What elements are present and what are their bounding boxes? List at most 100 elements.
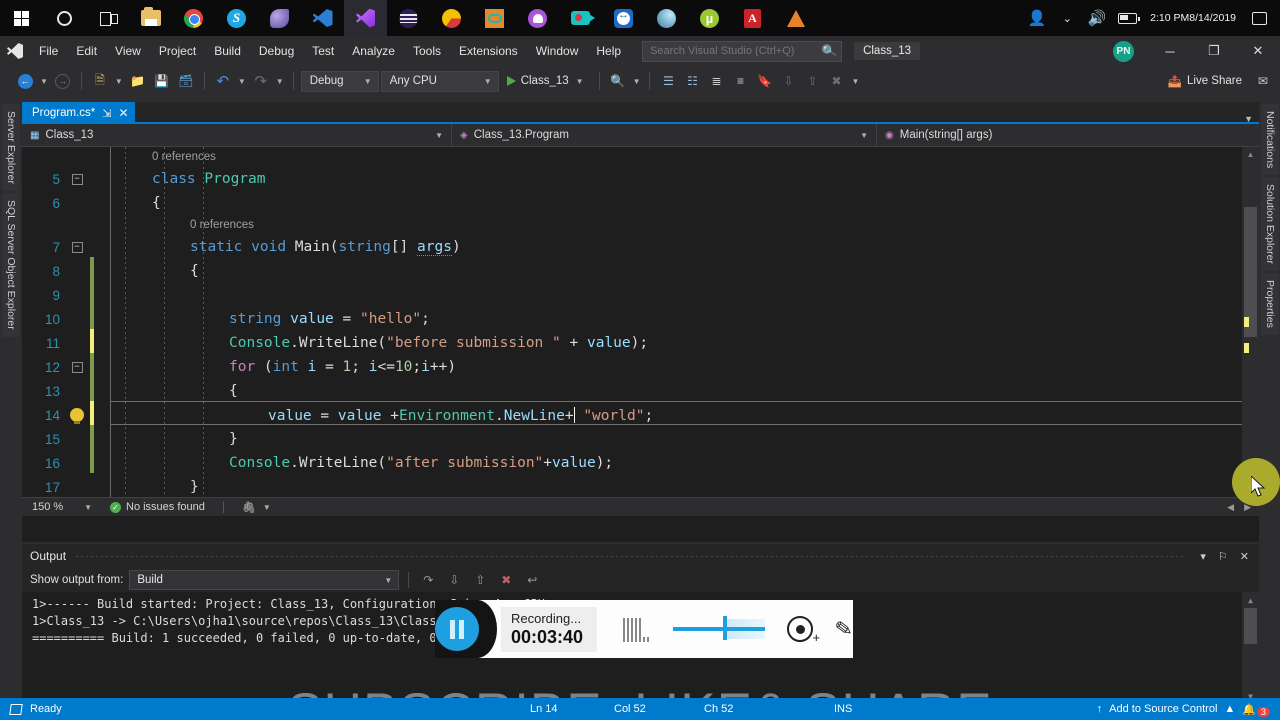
codelens-references[interactable]: 0 references xyxy=(22,215,1242,235)
configuration-combo[interactable]: Debug ▼ xyxy=(300,70,379,92)
scroll-up-icon[interactable]: ▲ xyxy=(1242,147,1259,162)
navigate-backward-button[interactable]: ← xyxy=(14,70,36,92)
platform-combo[interactable]: Any CPU ▼ xyxy=(380,70,499,92)
menu-window[interactable]: Window xyxy=(527,39,588,63)
menu-view[interactable]: View xyxy=(106,39,150,63)
dock-tab-notifications[interactable]: Notifications xyxy=(1261,104,1279,176)
battery-tray-button[interactable] xyxy=(1112,0,1142,36)
document-tab-program-cs[interactable]: Program.cs* ⇲ ✕ xyxy=(22,102,135,124)
comment-button[interactable]: ☰ xyxy=(657,70,679,92)
recorder-button[interactable] xyxy=(559,0,602,36)
visual-studio-button[interactable] xyxy=(344,0,387,36)
redo-caret-icon[interactable]: ▼ xyxy=(274,77,286,86)
quick-actions-bulb[interactable] xyxy=(64,408,90,424)
feedback-button[interactable]: ✉ xyxy=(1252,70,1274,92)
find-button[interactable]: 🔍 xyxy=(607,70,629,92)
open-file-button[interactable]: 📁 xyxy=(127,70,149,92)
pac-button[interactable] xyxy=(430,0,473,36)
output-close-button[interactable]: ✕ xyxy=(1234,550,1259,563)
code-line-8[interactable]: 8 { xyxy=(22,259,1242,283)
fold-toggle[interactable]: − xyxy=(64,361,90,373)
vlc-button[interactable] xyxy=(774,0,817,36)
fold-toggle[interactable]: − xyxy=(64,241,90,253)
close-icon[interactable]: ✕ xyxy=(119,106,129,120)
dock-tab-solution-explorer[interactable]: Solution Explorer xyxy=(1261,177,1279,272)
new-project-button[interactable]: 🗎 xyxy=(89,70,111,92)
prev-bookmark-button[interactable]: ⇧ xyxy=(801,70,823,92)
undo-button[interactable]: ↶ xyxy=(212,70,234,92)
menu-analyze[interactable]: Analyze xyxy=(343,39,404,63)
arduino-button[interactable] xyxy=(473,0,516,36)
save-all-button[interactable]: 🗃 xyxy=(175,70,197,92)
code-line-7[interactable]: 7 − static void Main(string[] args) xyxy=(22,235,1242,259)
code-line-15[interactable]: 15 } xyxy=(22,427,1242,451)
skype-button[interactable]: S xyxy=(215,0,258,36)
restore-button[interactable]: ❐ xyxy=(1192,36,1236,66)
navbar-member-dropdown[interactable]: ◉ Main(string[] args) xyxy=(877,124,1259,147)
clock[interactable]: 2:10 PM 8/14/2019 xyxy=(1142,12,1244,25)
bell-icon[interactable]: 🔔 xyxy=(1242,703,1256,716)
menu-help[interactable]: Help xyxy=(587,39,630,63)
toggle-word-wrap-button[interactable]: ↩ xyxy=(522,570,542,590)
close-button[interactable]: ✕ xyxy=(1236,36,1280,66)
menu-edit[interactable]: Edit xyxy=(67,39,106,63)
cortana-search-button[interactable] xyxy=(43,0,86,36)
zoom-combo[interactable]: 150 % ▼ xyxy=(22,501,100,513)
save-button[interactable]: 💾 xyxy=(151,70,173,92)
menu-test[interactable]: Test xyxy=(303,39,343,63)
code-line-13[interactable]: 13 { xyxy=(22,379,1242,403)
code-cleanup-button[interactable]: 🖇 ▼ xyxy=(232,501,283,514)
dock-tab-sql-server-object-explorer[interactable]: SQL Server Object Explorer xyxy=(2,192,20,337)
quick-launch-search[interactable]: 🔍 xyxy=(642,40,843,62)
fold-toggle[interactable]: − xyxy=(64,173,90,185)
dock-tab-properties[interactable]: Properties xyxy=(1261,273,1279,336)
adobe-reader-button[interactable]: A xyxy=(731,0,774,36)
moon-button[interactable] xyxy=(645,0,688,36)
code-line-11[interactable]: 11 Console.WriteLine("before submission … xyxy=(22,331,1242,355)
code-line-17[interactable]: 17 } xyxy=(22,475,1242,497)
prev-message-button[interactable]: ⇧ xyxy=(470,570,490,590)
output-source-combo[interactable]: Build ▼ xyxy=(129,570,400,590)
minimize-button[interactable]: ─ xyxy=(1148,36,1192,66)
navigate-forward-button[interactable]: → xyxy=(52,70,74,92)
start-button[interactable] xyxy=(0,0,43,36)
output-pin-button[interactable]: ⚐ xyxy=(1212,550,1234,563)
vscode-button[interactable] xyxy=(301,0,344,36)
utorrent-button[interactable]: µ xyxy=(688,0,731,36)
people-tray-button[interactable]: 👤 xyxy=(1022,0,1052,36)
avatar[interactable]: PN xyxy=(1113,40,1134,62)
code-line-16[interactable]: 16 Console.WriteLine("after submission"+… xyxy=(22,451,1242,475)
github-button[interactable] xyxy=(516,0,559,36)
start-debug-button[interactable]: Class_13 ▼ xyxy=(501,70,592,92)
action-center-button[interactable] xyxy=(1244,0,1274,36)
codelens-references[interactable]: 0 references xyxy=(22,147,1242,167)
menu-file[interactable]: File xyxy=(30,39,67,63)
menu-extensions[interactable]: Extensions xyxy=(450,39,527,63)
live-share-button[interactable]: 📤 Live Share xyxy=(1168,74,1250,88)
next-bookmark-button[interactable]: ⇩ xyxy=(777,70,799,92)
code-line-12[interactable]: 12 − for (int i = 1; i<=10;i++) xyxy=(22,355,1242,379)
file-explorer-button[interactable] xyxy=(129,0,172,36)
scrollbar-thumb[interactable] xyxy=(1244,608,1257,644)
volume-slider[interactable] xyxy=(673,616,766,640)
chrome-button[interactable] xyxy=(172,0,215,36)
menu-tools[interactable]: Tools xyxy=(404,39,450,63)
menu-build[interactable]: Build xyxy=(205,39,250,63)
clear-bookmarks-button[interactable]: ✖ xyxy=(825,70,847,92)
dolphin-button[interactable] xyxy=(258,0,301,36)
teamviewer-button[interactable] xyxy=(602,0,645,36)
redo-button[interactable]: ↷ xyxy=(250,70,272,92)
editor-vertical-scrollbar[interactable]: ▲ ▼ xyxy=(1242,147,1259,497)
code-editor[interactable]: 0 references 5 − class Program 6 {0 ref… xyxy=(22,147,1259,497)
uncomment-button[interactable]: ☷ xyxy=(681,70,703,92)
pause-button[interactable] xyxy=(435,607,479,651)
scroll-up-icon[interactable]: ▲ xyxy=(1242,592,1259,609)
back-dropdown-caret-icon[interactable]: ▼ xyxy=(38,77,50,86)
output-dropdown-button[interactable]: ▾ xyxy=(1194,550,1212,563)
pin-icon[interactable]: ⇲ xyxy=(102,107,111,120)
increase-indent-button[interactable]: ≣ xyxy=(705,70,727,92)
go-to-message-button[interactable]: ↷ xyxy=(418,570,438,590)
screen-recorder-widget[interactable]: Recording... 00:03:40 ✎ xyxy=(435,600,854,658)
task-view-button[interactable] xyxy=(86,0,129,36)
annotate-button[interactable]: ✎ xyxy=(833,615,855,642)
